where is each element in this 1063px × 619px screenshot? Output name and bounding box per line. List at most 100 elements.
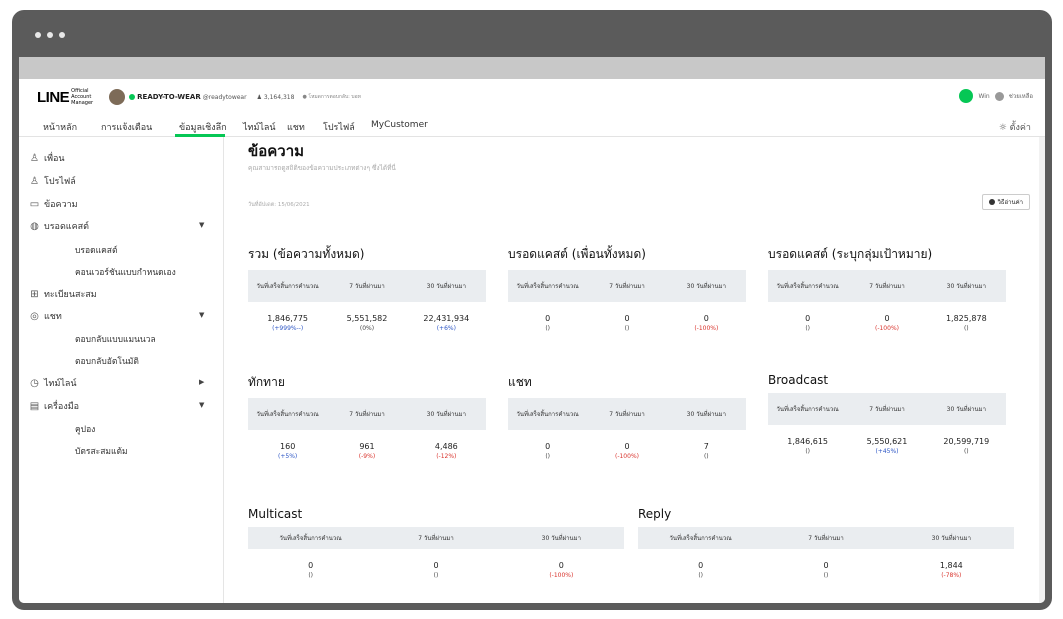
sidebar-item-rewards[interactable]: ⊞ ทะเบียนสะสม bbox=[29, 287, 96, 301]
stat-values: 1,846,775 (+999%--) 5,551,582 (0%) 22,431,… bbox=[248, 302, 486, 332]
sidebar-item-friends[interactable]: ♙ เพื่อน bbox=[29, 151, 65, 165]
stat-change: () bbox=[308, 572, 313, 579]
main-nav: หน้าหลัก การแจ้งเตือน ข้อมูลเชิงลึก ไทม์… bbox=[19, 115, 1045, 137]
stat-card-greeting: ทักทาย วันที่เสร็จสิ้นการคำนวณ 7 วันที่ผ… bbox=[248, 373, 486, 460]
sidebar-subitem-coupon[interactable]: คูปอง bbox=[75, 422, 95, 436]
user-name[interactable]: Win bbox=[978, 93, 989, 100]
stat-col: 20,599,719 () bbox=[927, 437, 1006, 455]
stat-header-cell: 30 วันที่ผ่านมา bbox=[541, 535, 581, 542]
stat-col: 5,551,582 (0%) bbox=[327, 314, 406, 332]
last-updated: วันที่อัปเดต: 15/06/2021 bbox=[248, 202, 310, 208]
stat-card-broadcast-all: บรอดแคสต์ (เพื่อนทั้งหมด) วันที่เสร็จสิ้… bbox=[508, 245, 746, 332]
person-icon: ♙ bbox=[30, 152, 39, 164]
stat-change: (0%) bbox=[359, 325, 375, 332]
stat-header: วันที่เสร็จสิ้นการคำนวณ 7 วันที่ผ่านมา 3… bbox=[248, 398, 486, 430]
stat-value: 7 bbox=[703, 442, 709, 451]
sidebar-item-label: เครื่องมือ bbox=[44, 402, 80, 412]
account-name[interactable]: READY-TO-WEAR bbox=[137, 93, 201, 101]
stat-change: (-100%) bbox=[874, 325, 899, 332]
sidebar-subitem-custom-conversion[interactable]: คอนเวอร์ชันแบบกำหนดเอง bbox=[75, 265, 176, 279]
tab-home[interactable]: หน้าหลัก bbox=[43, 120, 77, 134]
stat-change: () bbox=[624, 325, 630, 332]
how-to-read-label: วิธีอ่านค่า bbox=[997, 199, 1024, 206]
window-titlebar bbox=[19, 17, 1045, 57]
minimize-dot-icon[interactable] bbox=[47, 32, 53, 38]
response-mode[interactable]: ● โหมดการตอบกลับ: บอท bbox=[302, 93, 360, 101]
help-icon[interactable] bbox=[994, 91, 1004, 101]
stat-value: 20,599,719 bbox=[943, 437, 990, 446]
sidebar-subitem-manual-reply[interactable]: ตอบกลับแบบแมนนวล bbox=[75, 332, 156, 346]
line-logo[interactable]: LINE bbox=[37, 89, 70, 106]
tab-chat[interactable]: แชท bbox=[287, 120, 305, 134]
stat-value: 0 bbox=[698, 561, 704, 570]
stat-values: 0 () 0 () 0 (-100%) bbox=[248, 549, 624, 579]
sidebar-subitem-reward-card[interactable]: บัตรสะสมแต้ม bbox=[75, 444, 128, 458]
stat-change: (-12%) bbox=[436, 453, 457, 460]
close-dot-icon[interactable] bbox=[35, 32, 41, 38]
stat-value: 0 bbox=[805, 314, 811, 323]
page-scrollbar[interactable] bbox=[1039, 137, 1045, 603]
stat-header-cell: 30 วันที่ผ่านมา bbox=[426, 282, 466, 290]
stat-col: 4,486 (-12%) bbox=[407, 442, 486, 460]
stat-header: วันที่เสร็จสิ้นการคำนวณ 7 วันที่ผ่านมา 3… bbox=[768, 270, 1006, 302]
chevron-down-icon[interactable]: ▼ bbox=[199, 221, 204, 229]
user-avatar[interactable] bbox=[959, 89, 974, 103]
help-link[interactable]: ช่วยเหลือ bbox=[1009, 91, 1033, 101]
tab-notifications[interactable]: การแจ้งเตือน bbox=[101, 120, 152, 134]
stat-value: 0 bbox=[703, 314, 709, 323]
stat-header-cell: วันที่เสร็จสิ้นการคำนวณ bbox=[669, 535, 732, 542]
stat-change: (-100%) bbox=[549, 572, 574, 579]
sidebar-subitem-auto-reply[interactable]: ตอบกลับอัตโนมัติ bbox=[75, 354, 139, 368]
sidebar-subitem-broadcast[interactable]: บรอดแคสต์ bbox=[75, 243, 117, 257]
stat-col: 0 (-100%) bbox=[847, 314, 926, 332]
tab-timeline[interactable]: ไทม์ไลน์ bbox=[243, 120, 276, 134]
maximize-dot-icon[interactable] bbox=[59, 32, 65, 38]
page-title: ข้อความ bbox=[248, 142, 305, 160]
sidebar-item-profile[interactable]: ♙ โปรไฟล์ bbox=[29, 174, 76, 188]
app-header: LINE Official Account Manager READY-TO-W… bbox=[19, 79, 1045, 115]
stat-change: () bbox=[545, 325, 550, 332]
tab-mycustomer[interactable]: MyCustomer bbox=[371, 120, 428, 130]
stat-change: (-100%) bbox=[694, 325, 719, 332]
stat-values: 0 () 0 (-100%) 7 () bbox=[508, 430, 746, 460]
sidebar-item-label: ข้อความ bbox=[44, 200, 78, 210]
line-oa-manager-app: LINE Official Account Manager READY-TO-W… bbox=[19, 79, 1045, 603]
stat-col: 0 () bbox=[508, 442, 587, 460]
chevron-right-icon[interactable]: ▶ bbox=[199, 378, 204, 386]
sidebar-item-label: ไทม์ไลน์ bbox=[44, 379, 77, 389]
how-to-read-button[interactable]: วิธีอ่านค่า bbox=[981, 194, 1030, 210]
stat-col: 0 (-100%) bbox=[667, 314, 746, 332]
sidebar-item-label: บรอดแคสต์ bbox=[44, 222, 89, 232]
stat-title: Reply bbox=[638, 507, 672, 521]
stat-col: 961 (-9%) bbox=[327, 442, 406, 460]
tab-insights[interactable]: ข้อมูลเชิงลึก bbox=[179, 120, 227, 134]
settings-link[interactable]: ☼ ตั้งค่า bbox=[999, 120, 1031, 134]
sidebar-item-messages[interactable]: ▭ ข้อความ bbox=[29, 197, 78, 211]
stat-header-cell: 7 วันที่ผ่านมา bbox=[349, 410, 385, 418]
sidebar-item-chat[interactable]: ◎ แชท bbox=[29, 309, 62, 323]
stat-value: 5,551,582 bbox=[346, 314, 388, 323]
header-right: Win ช่วยเหลือ bbox=[959, 89, 1033, 103]
browser-address-bar[interactable] bbox=[19, 57, 1045, 79]
sidebar-item-tools[interactable]: ▤ เครื่องมือ bbox=[29, 399, 79, 413]
stat-header-cell: 7 วันที่ผ่านมา bbox=[869, 282, 905, 290]
browser-window: LINE Official Account Manager READY-TO-W… bbox=[12, 10, 1052, 610]
stat-header-cell: วันที่เสร็จสิ้นการคำนวณ bbox=[256, 282, 319, 290]
chevron-down-icon[interactable]: ▼ bbox=[199, 401, 204, 409]
tab-profile[interactable]: โปรไฟล์ bbox=[323, 120, 355, 134]
account-avatar[interactable] bbox=[109, 89, 126, 105]
stat-col: 5,550,621 (+45%) bbox=[847, 437, 926, 455]
stat-col: 1,846,615 () bbox=[768, 437, 847, 455]
stat-header: วันที่เสร็จสิ้นการคำนวณ 7 วันที่ผ่านมา 3… bbox=[768, 393, 1006, 425]
chevron-down-icon[interactable]: ▼ bbox=[199, 311, 204, 319]
stat-header: วันที่เสร็จสิ้นการคำนวณ 7 วันที่ผ่านมา 3… bbox=[508, 398, 746, 430]
main-content: ข้อความ คุณสามารถดูสถิติของข้อความประเภท… bbox=[224, 137, 1045, 603]
mode-dot-icon: ● bbox=[302, 94, 307, 100]
stat-change: () bbox=[963, 325, 969, 332]
stat-change: (-9%) bbox=[358, 453, 376, 460]
sidebar-item-broadcast[interactable]: ◍ บรอดแคสต์ bbox=[29, 219, 89, 233]
stat-value: 0 bbox=[545, 314, 551, 323]
stat-col: 1,825,878 () bbox=[927, 314, 1006, 332]
sidebar-item-timeline[interactable]: ◷ ไทม์ไลน์ bbox=[29, 376, 77, 390]
stat-title: บรอดแคสต์ (เพื่อนทั้งหมด) bbox=[508, 247, 646, 261]
